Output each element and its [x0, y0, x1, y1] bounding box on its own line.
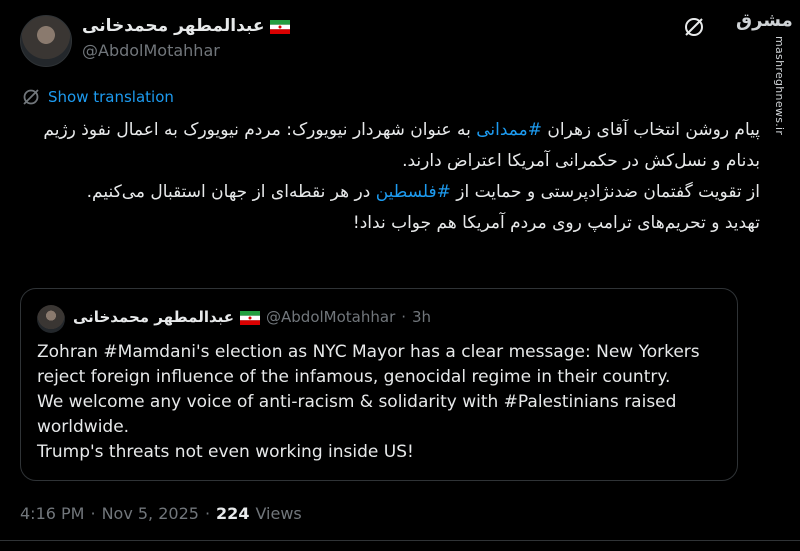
quoted-line: We welcome any voice of anti-racism & so…	[37, 392, 677, 437]
quoted-author-name[interactable]: عبدالمطهر محمدخانی	[73, 308, 234, 326]
quoted-line: Zohran #Mamdani's election as NYC Mayor …	[37, 342, 700, 387]
translate-icon	[23, 89, 39, 105]
iran-flag-icon	[270, 19, 291, 34]
show-translation-link[interactable]: Show translation	[48, 88, 174, 106]
quoted-tweet-time[interactable]: 3h	[412, 308, 431, 326]
hashtag-link[interactable]: #ممدانی	[476, 120, 542, 140]
separator-dot: ·	[204, 504, 211, 523]
tweet-line: تهدید و تحریم‌های ترامپ روی مردم آمریکا …	[352, 213, 760, 233]
author-avatar[interactable]	[20, 15, 72, 67]
quoted-author-avatar[interactable]	[37, 305, 65, 333]
grok-icon[interactable]	[683, 16, 705, 38]
author-handle[interactable]: @AbdolMotahhar	[82, 41, 220, 60]
hashtag-link[interactable]: #فلسطین	[376, 182, 451, 202]
author-display-name[interactable]: عبدالمطهر محمدخانی	[82, 16, 264, 36]
quoted-tweet-card[interactable]: عبدالمطهر محمدخانی @AbdolMotahhar · 3h Z…	[20, 288, 738, 481]
quoted-tweet-text: Zohran #Mamdani's election as NYC Mayor …	[37, 340, 727, 465]
quoted-tweet-header: عبدالمطهر محمدخانی @AbdolMotahhar · 3h	[73, 308, 431, 326]
iran-flag-icon	[240, 310, 261, 325]
watermark-url: mashreghnews.ir	[773, 36, 786, 136]
tweet-date[interactable]: Nov 5, 2025	[102, 504, 199, 523]
author-name-row: عبدالمطهر محمدخانی	[82, 15, 291, 37]
separator-dot: ·	[90, 504, 96, 523]
quoted-author-handle[interactable]: @AbdolMotahhar	[266, 308, 395, 326]
tweet-line: از تقویت گفتمان ضدنژادپرستی و حمایت از #…	[86, 182, 760, 202]
separator-dot: ·	[401, 308, 407, 326]
divider	[0, 540, 800, 541]
views-count: 224	[216, 504, 250, 523]
views-label: Views	[255, 504, 302, 523]
tweet-time[interactable]: 4:16 PM	[20, 504, 84, 523]
tweet-line: پیام روشن انتخاب آقای زهران #ممدانی به ع…	[43, 120, 760, 171]
tweet-meta: 4:16 PM · Nov 5, 2025 · 224 Views	[20, 504, 302, 523]
quoted-line: Trump's threats not even working inside …	[37, 442, 414, 462]
tweet-text: پیام روشن انتخاب آقای زهران #ممدانی به ع…	[20, 115, 760, 239]
translation-row[interactable]: Show translation	[22, 88, 174, 106]
watermark-logo: مشرق	[736, 10, 793, 31]
